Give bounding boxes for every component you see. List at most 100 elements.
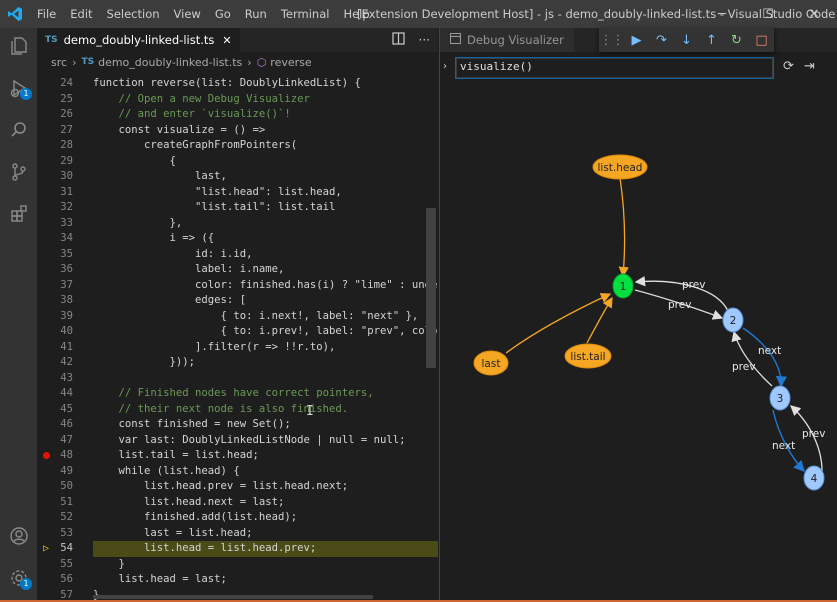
restart-icon[interactable]: ↻ bbox=[724, 33, 749, 48]
line-number: 40 bbox=[60, 325, 73, 337]
editor-horizontal-scrollbar[interactable] bbox=[93, 595, 373, 599]
editor-tab[interactable]: TS demo_doubly-linked-list.ts ✕ bbox=[37, 28, 240, 52]
graph-node-1[interactable]: 1 bbox=[612, 273, 634, 299]
breakpoint-icon[interactable] bbox=[40, 448, 52, 465]
svg-text:3: 3 bbox=[777, 393, 784, 405]
menu-run[interactable]: Run bbox=[238, 0, 274, 28]
code-line[interactable]: 26 // and enter `visualize()`! bbox=[37, 107, 438, 123]
text-cursor-icon: I bbox=[306, 404, 314, 419]
tab-close-icon[interactable]: ✕ bbox=[222, 34, 231, 47]
code-line[interactable]: 40 { to: i.prev!, label: "prev", color bbox=[37, 324, 438, 340]
code-line-text: function reverse(list: DoublyLinkedList)… bbox=[93, 77, 361, 89]
breadcrumb-file[interactable]: demo_doubly-linked-list.ts bbox=[98, 56, 242, 69]
code-line[interactable]: 30 last, bbox=[37, 169, 438, 185]
code-line-text: list.head = last; bbox=[93, 573, 227, 585]
drag-handle-icon[interactable]: ⋮⋮ bbox=[599, 33, 625, 48]
code-line[interactable]: 50 list.head.prev = list.head.next; bbox=[37, 479, 438, 495]
account-icon[interactable] bbox=[0, 518, 37, 554]
code-line[interactable]: 45 // their next node is also finished. bbox=[37, 402, 438, 418]
graph-node-3[interactable]: 3 bbox=[769, 385, 791, 411]
editor-tab-bar: TS demo_doubly-linked-list.ts ✕ ··· bbox=[37, 28, 438, 52]
step-over-icon[interactable]: ↷ bbox=[649, 33, 674, 48]
source-control-icon[interactable] bbox=[0, 154, 37, 190]
code-line-text: i => ({ bbox=[93, 232, 215, 244]
code-line[interactable]: 34 i => ({ bbox=[37, 231, 438, 247]
code-line[interactable]: 24 function reverse(list: DoublyLinkedLis… bbox=[37, 76, 438, 92]
code-line[interactable]: 53 last = list.head; bbox=[37, 526, 438, 542]
menu-go[interactable]: Go bbox=[208, 0, 238, 28]
explorer-icon[interactable] bbox=[0, 28, 37, 64]
code-line[interactable]: 41 ].filter(r => !!r.to), bbox=[37, 340, 438, 356]
stop-icon[interactable]: □ bbox=[749, 33, 774, 48]
split-editor-icon[interactable] bbox=[391, 32, 405, 48]
search-icon[interactable] bbox=[0, 112, 37, 148]
menu-edit[interactable]: Edit bbox=[63, 0, 99, 28]
code-line[interactable]: 32 "list.tail": list.tail bbox=[37, 200, 438, 216]
code-line[interactable]: 36 label: i.name, bbox=[37, 262, 438, 278]
code-line-text: const visualize = () => bbox=[93, 123, 266, 136]
code-line[interactable]: 37 color: finished.has(i) ? "lime" : und… bbox=[37, 278, 438, 294]
code-line[interactable]: 43 bbox=[37, 371, 438, 387]
debug-toolbar: ⋮⋮ ▶ ↷ ↓ ↑ ↻ □ bbox=[599, 28, 774, 52]
run-debug-icon[interactable]: 1 bbox=[0, 70, 37, 106]
more-actions-icon[interactable]: ··· bbox=[419, 33, 430, 47]
line-number: 53 bbox=[60, 526, 73, 539]
code-line[interactable]: 44 // Finished nodes have correct pointe… bbox=[37, 386, 438, 402]
manage-gear-icon[interactable]: 1 bbox=[0, 560, 37, 596]
breadcrumb-src[interactable]: src bbox=[51, 56, 67, 69]
code-line-text: }, bbox=[93, 216, 183, 229]
typescript-file-icon: TS bbox=[45, 35, 58, 45]
line-number: 39 bbox=[60, 309, 73, 322]
current-statement-arrow-icon: ▷ bbox=[42, 543, 50, 554]
line-number: 35 bbox=[60, 247, 73, 260]
code-line[interactable]: 56 list.head = last; bbox=[37, 572, 438, 588]
breadcrumb-symbol[interactable]: reverse bbox=[270, 56, 311, 69]
code-line[interactable]: 49 while (list.head) { bbox=[37, 464, 438, 480]
continue-icon[interactable]: ▶ bbox=[624, 33, 649, 48]
graph-node-last[interactable]: last bbox=[473, 350, 509, 376]
graph-node-2[interactable]: 2 bbox=[722, 307, 744, 333]
line-number: 45 bbox=[60, 402, 73, 415]
menu-selection[interactable]: Selection bbox=[100, 0, 167, 28]
code-line-text: // their next node is also finished. bbox=[93, 402, 349, 415]
code-line[interactable]: 54 ▷ list.head = list.head.prev; bbox=[37, 541, 438, 557]
code-line[interactable]: 35 id: i.id, bbox=[37, 247, 438, 263]
graph-node-4[interactable]: 4 bbox=[803, 465, 825, 491]
line-number: 50 bbox=[60, 480, 73, 492]
code-line[interactable]: 25 // Open a new Debug Visualizer bbox=[37, 92, 438, 108]
code-line[interactable]: 48 list.tail = list.head; bbox=[37, 448, 438, 464]
code-line[interactable]: 51 list.head.next = last; bbox=[37, 495, 438, 511]
code-line[interactable]: 33 }, bbox=[37, 216, 438, 232]
code-line[interactable]: 31 "list.head": list.head, bbox=[37, 185, 438, 201]
code-line-text: var last: DoublyLinkedListNode | null = … bbox=[93, 433, 406, 446]
code-line[interactable]: 46 const finished = new Set(); bbox=[37, 417, 438, 433]
code-line[interactable]: 47 var last: DoublyLinkedListNode | null… bbox=[37, 433, 438, 449]
code-line[interactable]: 38 edges: [ bbox=[37, 293, 438, 309]
menu-file[interactable]: File bbox=[30, 0, 63, 28]
code-line[interactable]: 29 { bbox=[37, 154, 438, 170]
code-line-text: edges: [ bbox=[93, 294, 247, 306]
step-into-icon[interactable]: ↓ bbox=[674, 33, 699, 48]
code-line[interactable]: 27 const visualize = () => bbox=[37, 123, 438, 139]
edge-list-tail-to-1 bbox=[586, 296, 613, 344]
close-button[interactable]: ✕ bbox=[791, 0, 837, 28]
menu-terminal[interactable]: Terminal bbox=[274, 0, 337, 28]
code-line[interactable]: 28 createGraphFromPointers( bbox=[37, 138, 438, 154]
extensions-icon[interactable] bbox=[0, 196, 37, 232]
maximize-button[interactable]: ☐ bbox=[745, 0, 791, 28]
step-out-icon[interactable]: ↑ bbox=[699, 33, 724, 48]
minimize-button[interactable]: ─ bbox=[699, 0, 745, 28]
code-line[interactable]: 55 } bbox=[37, 557, 438, 573]
graph-node-list-tail[interactable]: list.tail bbox=[564, 343, 612, 369]
line-number: 44 bbox=[60, 387, 73, 399]
editor-vertical-scrollbar[interactable] bbox=[426, 208, 436, 368]
code-line[interactable]: 52 finished.add(list.head); bbox=[37, 510, 438, 526]
code-editor[interactable]: 24 function reverse(list: DoublyLinkedLis… bbox=[37, 73, 438, 602]
menu-view[interactable]: View bbox=[167, 0, 208, 28]
code-line[interactable]: 39 { to: i.next!, label: "next" }, bbox=[37, 309, 438, 325]
graph-canvas[interactable]: prev prev next prev next prev list.head … bbox=[440, 28, 837, 602]
line-number: 28 bbox=[60, 139, 73, 151]
code-line[interactable]: 42 })); bbox=[37, 355, 438, 371]
line-number: 56 bbox=[60, 573, 73, 585]
graph-node-list-head[interactable]: list.head bbox=[592, 154, 648, 180]
